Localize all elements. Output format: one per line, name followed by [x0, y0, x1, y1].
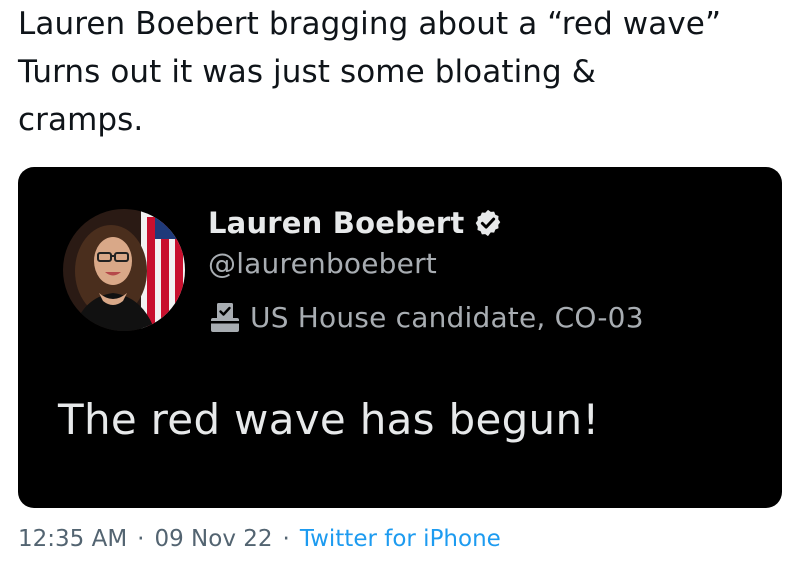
verified-badge-icon [473, 208, 503, 238]
label-text: US House candidate, CO-03 [250, 300, 644, 334]
tweet-meta: 12:35 AM · 09 Nov 22 · Twitter for iPhon… [18, 526, 501, 552]
display-name[interactable]: Lauren Boebert [208, 206, 465, 240]
tweet-text: Lauren Boebert bragging about a “red wav… [18, 6, 722, 138]
ballot-box-icon [208, 300, 242, 334]
tweet-source-link[interactable]: Twitter for iPhone [300, 526, 501, 552]
affiliation-label: US House candidate, CO-03 [208, 300, 644, 334]
tweet-time[interactable]: 12:35 AM [18, 526, 127, 552]
tweet-date[interactable]: 09 Nov 22 [154, 526, 272, 552]
quoted-tweet-text: The red wave has begun! [58, 395, 600, 444]
avatar-image [63, 209, 185, 331]
handle[interactable]: @laurenboebert [208, 247, 437, 280]
meta-separator: · [137, 526, 145, 552]
meta-separator: · [282, 526, 290, 552]
display-name-row[interactable]: Lauren Boebert [208, 203, 503, 243]
avatar[interactable] [63, 209, 185, 331]
quoted-tweet-card[interactable]: Lauren Boebert @laurenboebert US House c… [18, 167, 782, 508]
